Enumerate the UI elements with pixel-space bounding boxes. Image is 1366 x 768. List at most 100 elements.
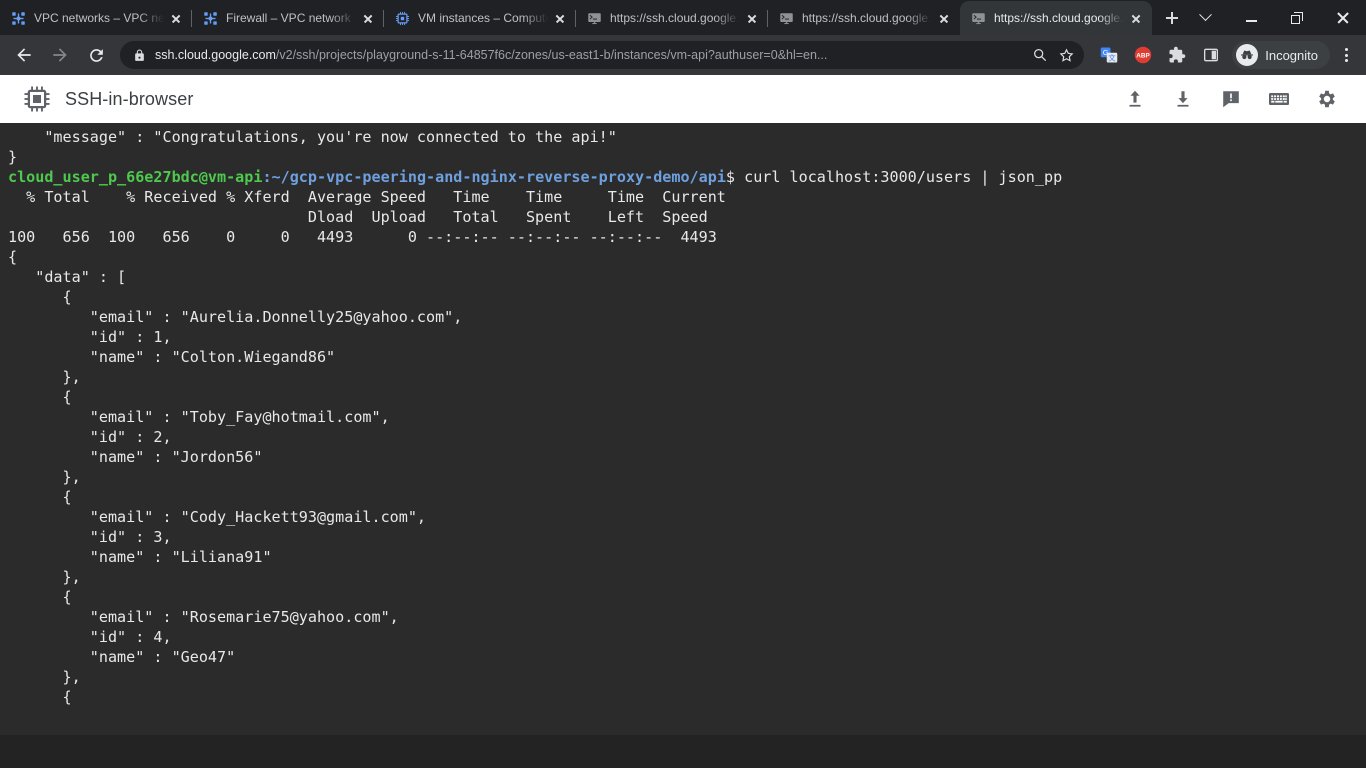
terminal-line: "message" : "Congratulations, you're now… xyxy=(8,128,617,146)
restore-window-button[interactable] xyxy=(1274,0,1320,35)
terminal-line: }, xyxy=(8,468,81,486)
terminal-line: }, xyxy=(8,668,81,686)
terminal-icon xyxy=(586,10,602,26)
vpc-network-icon xyxy=(10,10,26,26)
incognito-icon xyxy=(1236,44,1259,66)
minimize-window-button[interactable] xyxy=(1228,0,1274,35)
terminal-line: "email" : "Rosemarie75@yahoo.com", xyxy=(8,608,399,626)
minimize-icon xyxy=(1245,20,1257,22)
side-panel-icon[interactable] xyxy=(1198,42,1224,68)
terminal-line: { xyxy=(8,488,72,506)
terminal-line: "email" : "Cody_Hackett93@gmail.com", xyxy=(8,508,427,526)
tab-search-button[interactable] xyxy=(1182,0,1228,35)
page-content: SSH-in-browser "message": "Congratulati… xyxy=(0,75,1366,768)
tab-title: https://ssh.cloud.google.com xyxy=(610,11,740,25)
terminal-line: { xyxy=(8,288,72,306)
page-title: SSH-in-browser xyxy=(65,88,194,109)
browser-tab[interactable]: https://ssh.cloud.google.com xyxy=(576,1,768,35)
browser-tab[interactable]: VPC networks – VPC network – Google Clou… xyxy=(0,1,192,35)
kebab-menu-icon[interactable] xyxy=(1332,40,1360,70)
url-path: /v2/ssh/projects/playground-s-11-64857f6… xyxy=(275,48,828,62)
tab-close-icon[interactable] xyxy=(1128,10,1144,26)
terminal-line: } xyxy=(8,148,18,166)
upload-file-button[interactable] xyxy=(1116,80,1154,118)
vpc-network-icon xyxy=(202,10,218,26)
cpu-chip-icon xyxy=(22,84,52,114)
send-feedback-button[interactable] xyxy=(1212,80,1250,118)
terminal-line: "name" : "Geo47" xyxy=(8,648,236,666)
prompt-sigil: $ xyxy=(725,168,736,186)
bookmark-star-icon[interactable] xyxy=(1054,43,1078,67)
tab-list: VPC networks – VPC network – Google Clou… xyxy=(0,0,1152,35)
back-button[interactable] xyxy=(9,40,39,70)
tab-close-icon[interactable] xyxy=(744,10,760,26)
terminal-line: { xyxy=(8,688,72,706)
terminal-line: 100 656 100 656 0 0 4493 0 --:--:-- --:-… xyxy=(8,228,717,246)
terminal-line: "name" : "Liliana91" xyxy=(8,548,272,566)
tab-title: Firewall – VPC network – Google Cloud co… xyxy=(226,11,356,25)
svg-text:文: 文 xyxy=(1108,53,1116,63)
profile-label: Incognito xyxy=(1265,47,1318,63)
terminal-icon xyxy=(970,10,986,26)
zoom-search-icon[interactable] xyxy=(1028,43,1052,67)
chevron-down-icon xyxy=(1198,8,1212,22)
tab-strip: VPC networks – VPC network – Google Clou… xyxy=(0,0,1366,35)
tab-close-icon[interactable] xyxy=(360,10,376,26)
tab-title: VM instances – Compute Engine – Google C… xyxy=(418,11,548,25)
tab-close-icon[interactable] xyxy=(552,10,568,26)
terminal-line: }, xyxy=(8,568,81,586)
browser-toolbar: ssh.cloud.google.com/v2/ssh/projects/pla… xyxy=(0,35,1366,75)
close-window-button[interactable] xyxy=(1320,0,1366,35)
omnibox[interactable]: ssh.cloud.google.com/v2/ssh/projects/pla… xyxy=(120,41,1085,69)
reload-button[interactable] xyxy=(81,40,111,70)
terminal-line: "id" : 1, xyxy=(8,328,172,346)
terminal-line: { xyxy=(8,388,72,406)
url-domain: ssh.cloud.google.com xyxy=(155,48,276,62)
terminal-line: Dload Upload Total Spent Left Speed xyxy=(8,208,708,226)
settings-button[interactable] xyxy=(1308,80,1346,118)
terminal-line: { xyxy=(8,248,18,266)
browser-tab[interactable]: Firewall – VPC network – Google Cloud co… xyxy=(192,1,384,35)
terminal-line: "email" : "Toby_Fay@hotmail.com", xyxy=(8,408,390,426)
tab-title: https://ssh.cloud.google.com xyxy=(802,11,932,25)
tab-close-icon[interactable] xyxy=(168,10,184,26)
profile-incognito-button[interactable]: Incognito xyxy=(1232,41,1330,69)
terminal-line: "email" : "Aurelia.Donnelly25@yahoo.com"… xyxy=(8,308,463,326)
tab-title: https://ssh.cloud.google.com xyxy=(994,11,1124,25)
prompt-separator: : xyxy=(262,168,272,186)
google-translate-icon[interactable]: G 文 xyxy=(1096,42,1122,68)
extension-icons: G 文 ABP xyxy=(1092,42,1228,68)
adblock-plus-icon[interactable]: ABP xyxy=(1130,42,1156,68)
ssh-app-header: SSH-in-browser xyxy=(0,75,1366,123)
extensions-puzzle-icon[interactable] xyxy=(1164,42,1190,68)
browser-tab[interactable]: https://ssh.cloud.google.com xyxy=(768,1,960,35)
browser-tab[interactable]: VM instances – Compute Engine – Google C… xyxy=(384,1,576,35)
forward-button[interactable] xyxy=(45,40,75,70)
terminal-icon xyxy=(778,10,794,26)
terminal-command: curl localhost:3000/users | json_pp xyxy=(735,168,1063,186)
terminal-line: "name" : "Jordon56" xyxy=(8,448,263,466)
ssh-app-actions xyxy=(1106,80,1346,118)
terminal-line: "id" : 3, xyxy=(8,528,172,546)
tab-title: VPC networks – VPC network – Google Clou… xyxy=(34,11,164,25)
compute-engine-icon xyxy=(394,10,410,26)
browser-tab[interactable]: https://ssh.cloud.google.com xyxy=(960,1,1152,35)
terminal-line: "data" : [ xyxy=(8,268,127,286)
prompt-path: ~/gcp-vpc-peering-and-nginx-reverse-prox… xyxy=(271,168,726,186)
terminal-line: % Total % Received % Xferd Average Speed… xyxy=(8,188,726,206)
terminal-line: "name" : "Colton.Wiegand86" xyxy=(8,348,336,366)
restore-icon xyxy=(1291,11,1303,24)
terminal-prompt-line: cloud_user_p_66e27bdc@vm-api:~/gcp-vpc-p… xyxy=(8,167,1366,187)
lock-icon xyxy=(131,49,147,62)
svg-text:ABP: ABP xyxy=(1137,53,1151,60)
keyboard-shortcuts-button[interactable] xyxy=(1260,80,1298,118)
window-controls xyxy=(1182,0,1366,35)
tab-close-icon[interactable] xyxy=(936,10,952,26)
close-icon xyxy=(1337,12,1349,24)
download-file-button[interactable] xyxy=(1164,80,1202,118)
terminal-line: "id" : 2, xyxy=(8,428,172,446)
prompt-user-host: cloud_user_p_66e27bdc@vm-api xyxy=(8,168,263,186)
terminal-output[interactable]: "message" : "Congratulations, you're now… xyxy=(0,123,1366,735)
browser-window: VPC networks – VPC network – Google Clou… xyxy=(0,0,1366,768)
terminal-line: }, xyxy=(8,368,81,386)
